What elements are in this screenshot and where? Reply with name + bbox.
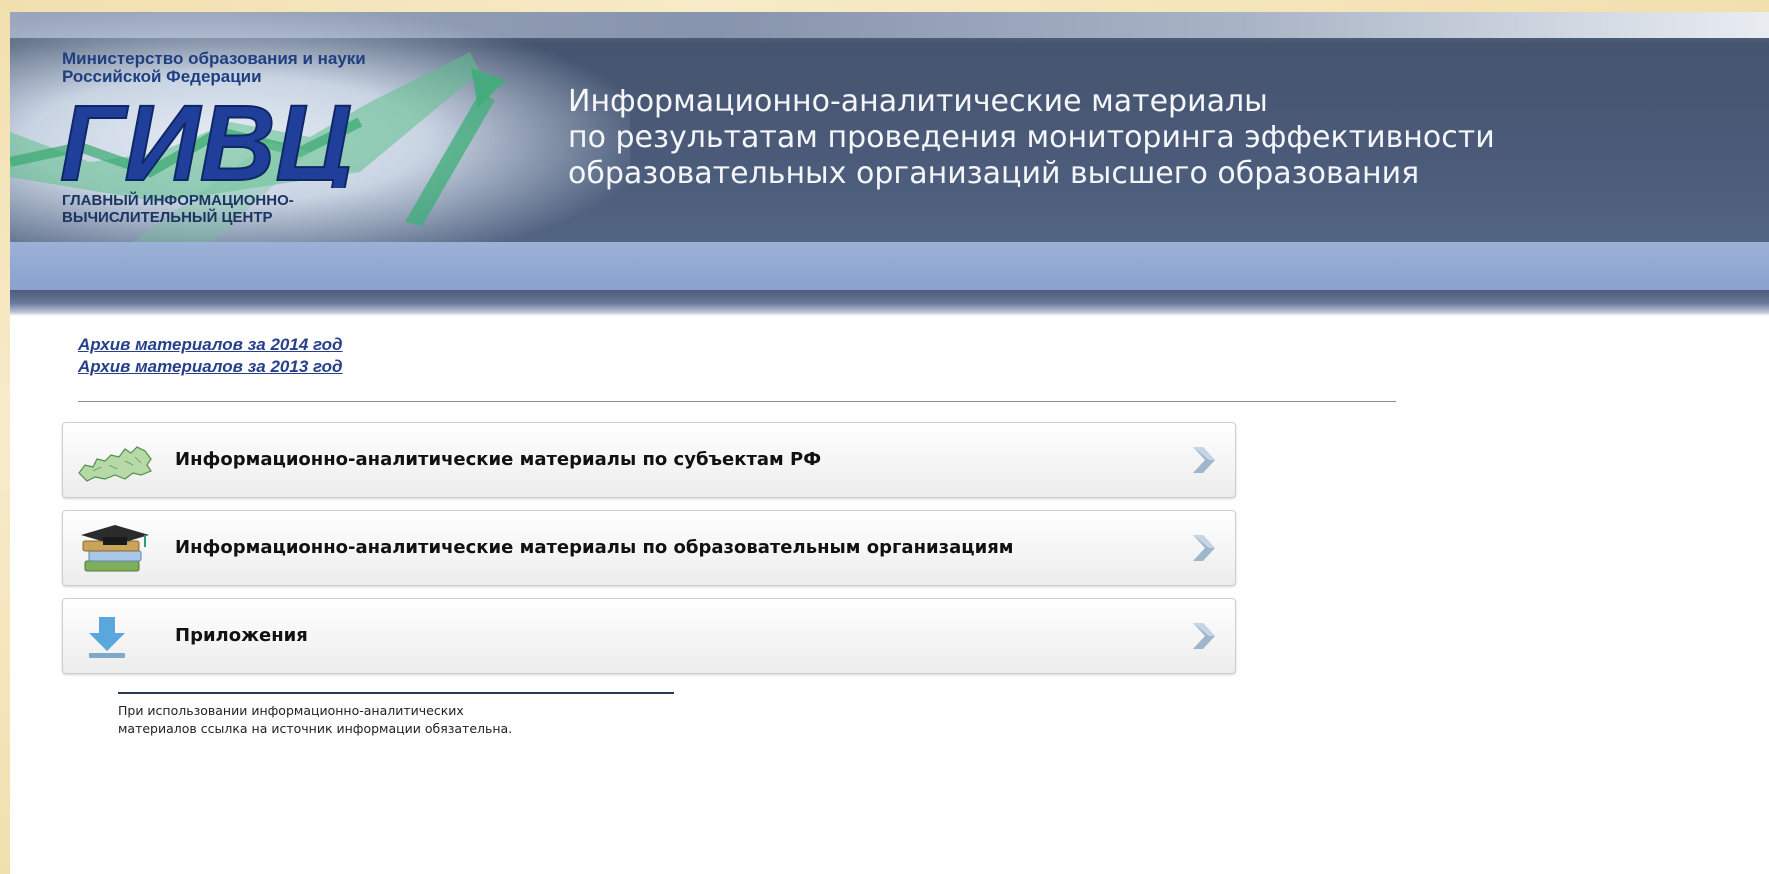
decorative-frame-top bbox=[0, 0, 1769, 12]
svg-text:ГИВЦ: ГИВЦ bbox=[60, 88, 352, 188]
menu-item-label: Приложения bbox=[175, 625, 308, 646]
header-shadow-band bbox=[10, 290, 1769, 316]
site-header: Министерство образования и науки Российс… bbox=[10, 12, 1769, 244]
ministry-name: Министерство образования и науки Российс… bbox=[62, 49, 366, 86]
menu-item-attachments[interactable]: Приложения bbox=[62, 598, 1236, 674]
chevron-right-icon bbox=[1193, 447, 1215, 473]
menu-item-organizations[interactable]: Информационно-аналитические материалы по… bbox=[62, 510, 1236, 586]
givc-logo: ГИВЦ bbox=[60, 88, 353, 188]
nav-band bbox=[10, 242, 1769, 290]
archive-link-2013[interactable]: Архив материалов за 2013 год bbox=[78, 356, 343, 378]
page: Министерство образования и науки Российс… bbox=[10, 12, 1769, 874]
page-title: Информационно-аналитические материалы по… bbox=[568, 84, 1495, 191]
menu-item-label: Информационно-аналитические материалы по… bbox=[175, 449, 822, 470]
download-icon bbox=[89, 617, 125, 658]
center-name: ГЛАВНЫЙ ИНФОРМАЦИОННО- ВЫЧИСЛИТЕЛЬНЫЙ ЦЕ… bbox=[62, 192, 294, 226]
books-graduation-cap-icon bbox=[81, 525, 149, 572]
footer-note: При использовании информационно-аналитич… bbox=[118, 703, 513, 736]
menu-item-regions[interactable]: Информационно-аналитические материалы по… bbox=[62, 422, 1236, 498]
chevron-right-icon bbox=[1193, 623, 1215, 649]
footer-divider bbox=[118, 692, 674, 694]
archive-link-2014[interactable]: Архив материалов за 2014 год bbox=[78, 334, 343, 356]
menu-item-label: Информационно-аналитические материалы по… bbox=[175, 537, 1014, 558]
archive-links: Архив материалов за 2014 год Архив матер… bbox=[78, 334, 343, 378]
decorative-frame-left bbox=[0, 0, 10, 874]
divider bbox=[78, 401, 1396, 402]
russia-map-icon bbox=[78, 446, 152, 482]
chevron-right-icon bbox=[1193, 535, 1215, 561]
